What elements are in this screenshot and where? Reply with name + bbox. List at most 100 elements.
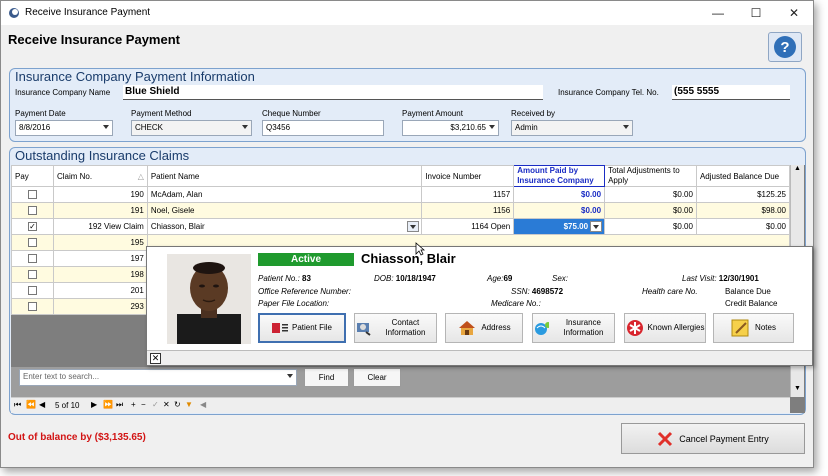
amount-field[interactable]: $3,210.65 bbox=[402, 120, 499, 136]
clear-button[interactable]: Clear bbox=[353, 368, 401, 387]
pager-text: 5 of 10 bbox=[55, 401, 80, 410]
medicare-label: Medicare No.: bbox=[491, 299, 541, 308]
patient-no-row: Patient No.: 83 bbox=[258, 274, 311, 283]
contact-info-button[interactable]: Contact Information bbox=[354, 313, 437, 343]
prev-page-group-icon[interactable]: ⏪ bbox=[26, 400, 36, 409]
patient-popup: Active Chiasson, Blair Patient No.: 83 D… bbox=[146, 246, 813, 366]
find-button[interactable]: Find bbox=[304, 368, 349, 387]
amount-paid[interactable]: $0.00 bbox=[513, 186, 606, 203]
payment-method-label: Payment Method bbox=[131, 109, 192, 118]
pay-checkbox[interactable] bbox=[27, 238, 37, 248]
table-row[interactable]: ✓ 192 View Claim Chiasson, Blair 1164 Op… bbox=[11, 218, 791, 235]
pay-checkbox[interactable] bbox=[27, 270, 37, 280]
scroll-up-icon[interactable]: ▲ bbox=[791, 165, 804, 177]
amount-paid[interactable]: $0.00 bbox=[513, 202, 606, 219]
notes-button[interactable]: Notes bbox=[713, 313, 794, 343]
minimize-button[interactable]: — bbox=[703, 4, 733, 22]
cancel-payment-button[interactable]: Cancel Payment Entry bbox=[621, 423, 805, 454]
refresh-icon[interactable]: ↻ bbox=[174, 400, 181, 409]
scroll-left-icon[interactable]: ◀ bbox=[200, 400, 206, 409]
pay-checkbox[interactable] bbox=[27, 206, 37, 216]
pay-checkbox[interactable] bbox=[27, 254, 37, 264]
insurance-icon bbox=[535, 322, 549, 335]
claims-title: Outstanding Insurance Claims bbox=[15, 148, 190, 163]
close-button[interactable]: ✕ bbox=[779, 4, 809, 22]
col-balance[interactable]: Adjusted Balance Due bbox=[695, 165, 791, 187]
col-invoice[interactable]: Invoice Number bbox=[421, 165, 515, 187]
received-by-select[interactable]: Admin bbox=[511, 120, 633, 136]
cheque-label: Cheque Number bbox=[262, 109, 321, 118]
add-record-icon[interactable]: + bbox=[131, 400, 136, 409]
next-page-icon[interactable]: ▶ bbox=[91, 400, 97, 409]
sex-label: Sex: bbox=[552, 274, 569, 283]
patient-photo bbox=[167, 254, 251, 344]
credit-balance-label: Credit Balance bbox=[725, 299, 778, 308]
prev-page-icon[interactable]: ◀ bbox=[39, 400, 45, 409]
pager: ⏮ ⏪ ◀ 5 of 10 ▶ ⏩ ⏭ + − ✓ ✕ ↻ ▼ ◀ bbox=[11, 397, 790, 413]
age-label: Age: bbox=[487, 274, 504, 283]
patient-name-cell[interactable]: Chiasson, Blair bbox=[146, 218, 423, 235]
amount-paid-editor[interactable]: $75.00 bbox=[513, 218, 606, 235]
medicare-row: Medicare No.: bbox=[491, 299, 541, 308]
pay-checkbox[interactable] bbox=[27, 190, 37, 200]
col-amount-paid[interactable]: Amount Paid by Insurance Company bbox=[513, 165, 606, 187]
patient-dropdown-button[interactable] bbox=[407, 221, 420, 232]
insurance-info-button[interactable]: Insurance Information bbox=[532, 313, 615, 343]
search-placeholder: Enter text to search... bbox=[23, 372, 100, 381]
balance: $125.25 bbox=[695, 186, 791, 203]
tel-field[interactable]: (555 5555 bbox=[672, 85, 790, 100]
col-adjust[interactable]: Total Adjustments to Apply bbox=[604, 165, 697, 187]
pay-checkbox[interactable] bbox=[27, 302, 37, 312]
last-page-icon[interactable]: ⏭ bbox=[116, 400, 123, 410]
delete-record-icon[interactable]: − bbox=[141, 400, 146, 409]
patient-file-icon bbox=[271, 323, 288, 333]
table-row[interactable]: 191 Noel, Gisele 1156 $0.00 $0.00 $98.00 bbox=[11, 202, 791, 219]
payment-method-select[interactable]: CHECK bbox=[131, 120, 252, 136]
patient-no-value: 83 bbox=[302, 274, 311, 283]
amount-dropdown-button[interactable] bbox=[590, 221, 603, 232]
patient-file-button[interactable]: Patient File bbox=[258, 313, 346, 343]
known-allergies-button[interactable]: Known Allergies bbox=[624, 313, 706, 343]
patient-name: Noel, Gisele bbox=[146, 202, 423, 219]
claim-no: 198 bbox=[52, 266, 148, 283]
app-icon bbox=[9, 8, 19, 18]
last-visit-label: Last Visit: bbox=[682, 274, 717, 283]
col-claim[interactable]: Claim No. △ bbox=[52, 165, 148, 187]
maximize-button[interactable]: ☐ bbox=[741, 4, 771, 22]
search-input[interactable]: Enter text to search... bbox=[19, 369, 297, 386]
patient-popup-name: Chiasson, Blair bbox=[361, 251, 456, 266]
open-invoice-link[interactable]: Open bbox=[491, 222, 511, 231]
company-field[interactable]: Blue Shield bbox=[123, 85, 543, 100]
adjustment: $0.00 bbox=[604, 218, 697, 235]
ssn-value: 4698572 bbox=[531, 287, 564, 296]
next-page-group-icon[interactable]: ⏩ bbox=[103, 400, 113, 409]
close-icon[interactable]: ✕ bbox=[150, 353, 161, 364]
view-claim-link[interactable]: View Claim bbox=[104, 222, 144, 231]
filter-icon[interactable]: ▼ bbox=[185, 400, 193, 409]
col-pay[interactable]: Pay bbox=[11, 165, 54, 187]
payment-date-field[interactable]: 8/8/2016 bbox=[15, 120, 113, 136]
cheque-field[interactable]: Q3456 bbox=[262, 120, 384, 136]
notes-label: Notes bbox=[755, 323, 776, 332]
help-button[interactable]: ? bbox=[768, 32, 802, 62]
col-patient[interactable]: Patient Name bbox=[146, 165, 423, 187]
known-allergies-label: Known Allergies bbox=[647, 323, 705, 332]
address-button[interactable]: Address bbox=[445, 313, 523, 343]
first-page-icon[interactable]: ⏮ bbox=[14, 400, 21, 410]
company-label: Insurance Company Name bbox=[15, 88, 111, 97]
receive-insurance-payment-window: Receive Insurance Payment — ☐ ✕ Receive … bbox=[0, 0, 814, 468]
confirm-icon[interactable]: ✓ bbox=[152, 400, 159, 409]
pay-checkbox[interactable] bbox=[27, 286, 37, 296]
pay-checkbox-checked[interactable]: ✓ bbox=[27, 222, 37, 232]
last-visit-value: 12/30/1901 bbox=[718, 274, 759, 283]
sex-row: Sex: bbox=[552, 274, 568, 283]
adjustment: $0.00 bbox=[604, 186, 697, 203]
office-ref-row: Office Reference Number: bbox=[258, 287, 351, 296]
patient-file-label: Patient File bbox=[291, 323, 333, 332]
table-row[interactable]: 190 McAdam, Alan 1157 $0.00 $0.00 $125.2… bbox=[11, 186, 791, 203]
tel-label: Insurance Company Tel. No. bbox=[558, 88, 659, 97]
cancel-edit-icon[interactable]: ✕ bbox=[163, 400, 170, 409]
balance: $98.00 bbox=[695, 202, 791, 219]
scroll-down-icon[interactable]: ▼ bbox=[791, 385, 804, 397]
health-card-row: Health care No. bbox=[642, 287, 698, 296]
